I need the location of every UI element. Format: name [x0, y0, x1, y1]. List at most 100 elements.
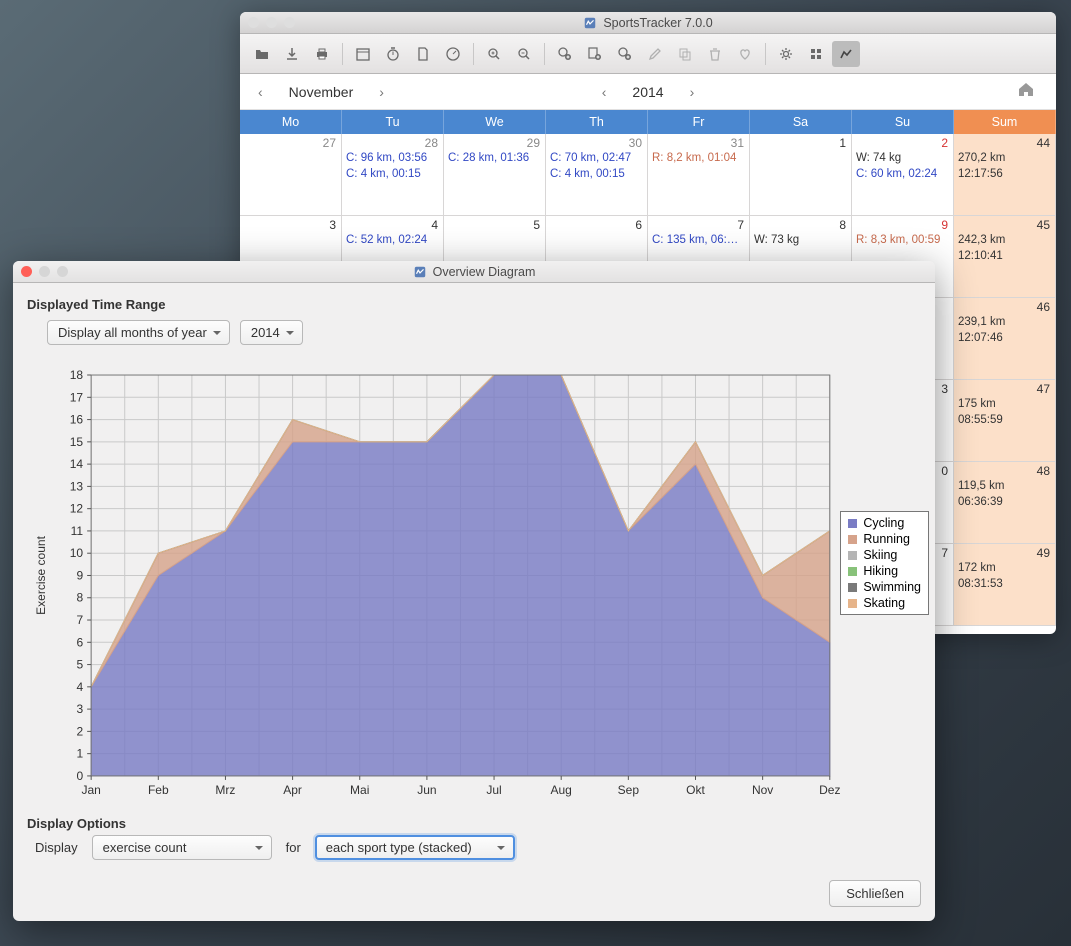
calendar-cell[interactable]: 29C: 28 km, 01:36	[444, 134, 546, 216]
save-icon[interactable]	[278, 41, 306, 67]
svg-text:12: 12	[70, 502, 84, 516]
statistics-icon[interactable]	[802, 41, 830, 67]
toolbar	[240, 34, 1056, 74]
svg-text:Jan: Jan	[81, 783, 100, 797]
prev-month-button[interactable]: ‹	[250, 84, 271, 100]
svg-text:Mai: Mai	[350, 783, 369, 797]
document-icon[interactable]	[409, 41, 437, 67]
legend-item: Swimming	[848, 579, 921, 595]
svg-text:16: 16	[70, 413, 84, 427]
gear-icon[interactable]	[772, 41, 800, 67]
calendar-cell[interactable]: 31R: 8,2 km, 01:04	[648, 134, 750, 216]
chart-area: 0123456789101112131415161718JanFebMrzApr…	[23, 357, 925, 814]
dialog-title: Overview Diagram	[433, 265, 536, 279]
svg-text:Apr: Apr	[283, 783, 302, 797]
print-icon[interactable]	[308, 41, 336, 67]
svg-text:2: 2	[76, 724, 83, 738]
close-icon[interactable]	[248, 17, 259, 28]
metric-combo[interactable]: exercise count	[92, 835, 272, 860]
day-header: We	[444, 110, 546, 134]
svg-text:0: 0	[76, 769, 83, 783]
overview-diagram-dialog: Overview Diagram Displayed Time Range Di…	[13, 261, 935, 921]
minimize-icon[interactable]	[266, 17, 277, 28]
svg-text:10: 10	[70, 546, 84, 560]
legend-item: Hiking	[848, 563, 921, 579]
grouping-combo[interactable]: each sport type (stacked)	[315, 835, 515, 860]
chart-icon[interactable]	[832, 41, 860, 67]
legend-item: Skiing	[848, 547, 921, 563]
svg-text:Mrz: Mrz	[215, 783, 235, 797]
display-word-label: Display	[35, 840, 78, 855]
svg-text:14: 14	[70, 457, 84, 471]
year-combo[interactable]: 2014	[240, 320, 303, 345]
chart-svg: 0123456789101112131415161718JanFebMrzApr…	[23, 357, 925, 814]
add-exercise-icon[interactable]	[551, 41, 579, 67]
main-titlebar: SportsTracker 7.0.0	[240, 12, 1056, 34]
stopwatch-icon[interactable]	[379, 41, 407, 67]
svg-text:7: 7	[76, 613, 83, 627]
calendar-cell[interactable]: 28C: 96 km, 03:56C: 4 km, 00:15	[342, 134, 444, 216]
close-button[interactable]: Schließen	[829, 880, 921, 907]
next-month-button[interactable]: ›	[371, 84, 392, 100]
svg-text:13: 13	[70, 479, 84, 493]
svg-text:Nov: Nov	[752, 783, 773, 797]
add-weight-icon[interactable]	[611, 41, 639, 67]
time-range-label: Displayed Time Range	[13, 283, 935, 320]
window-title: SportsTracker 7.0.0	[603, 16, 712, 30]
add-note-icon[interactable]	[581, 41, 609, 67]
svg-text:Okt: Okt	[686, 783, 705, 797]
summary-cell: 49172 km08:31:53	[954, 544, 1056, 626]
svg-text:Dez: Dez	[819, 783, 840, 797]
day-header: Fr	[648, 110, 750, 134]
calendar-cell[interactable]: 27	[240, 134, 342, 216]
maximize-icon	[57, 266, 68, 277]
time-range-combo[interactable]: Display all months of year	[47, 320, 230, 345]
heart-icon[interactable]	[731, 41, 759, 67]
svg-text:Jun: Jun	[417, 783, 436, 797]
month-year-nav: ‹ November › ‹ 2014 ›	[240, 74, 1056, 110]
for-word-label: for	[286, 840, 301, 855]
legend-item: Running	[848, 531, 921, 547]
month-label: November	[289, 84, 354, 100]
calendar-icon[interactable]	[349, 41, 377, 67]
legend-item: Skating	[848, 595, 921, 611]
edit-icon[interactable]	[641, 41, 669, 67]
display-options-label: Display Options	[13, 816, 935, 831]
svg-text:Feb: Feb	[148, 783, 169, 797]
svg-text:18: 18	[70, 368, 84, 382]
legend-item: Cycling	[848, 515, 921, 531]
weight-icon[interactable]	[439, 41, 467, 67]
calendar-cell[interactable]: 1	[750, 134, 852, 216]
summary-cell: 46239,1 km12:07:46	[954, 298, 1056, 380]
svg-text:11: 11	[71, 524, 84, 538]
zoom-in-icon[interactable]	[480, 41, 508, 67]
calendar-cell[interactable]: 30C: 70 km, 02:47C: 4 km, 00:15	[546, 134, 648, 216]
delete-icon[interactable]	[701, 41, 729, 67]
chart-legend: CyclingRunningSkiingHikingSwimmingSkatin…	[840, 511, 929, 615]
copy-icon[interactable]	[671, 41, 699, 67]
svg-text:Aug: Aug	[550, 783, 571, 797]
day-header: Th	[546, 110, 648, 134]
prev-year-button[interactable]: ‹	[594, 84, 615, 100]
next-year-button[interactable]: ›	[682, 84, 703, 100]
dialog-titlebar: Overview Diagram	[13, 261, 935, 283]
calendar-cell[interactable]: 2W: 74 kgC: 60 km, 02:24	[852, 134, 954, 216]
day-header: Sum	[954, 110, 1056, 134]
summary-cell: 47175 km08:55:59	[954, 380, 1056, 462]
summary-cell: 44270,2 km12:17:56	[954, 134, 1056, 216]
home-icon[interactable]	[1016, 79, 1036, 104]
zoom-out-icon[interactable]	[510, 41, 538, 67]
app-icon	[583, 16, 597, 30]
app-icon	[413, 265, 427, 279]
maximize-icon[interactable]	[284, 17, 295, 28]
summary-cell: 45242,3 km12:10:41	[954, 216, 1056, 298]
svg-text:9: 9	[76, 568, 83, 582]
day-header: Mo	[240, 110, 342, 134]
svg-text:17: 17	[70, 390, 84, 404]
minimize-icon	[39, 266, 50, 277]
svg-text:Jul: Jul	[486, 783, 501, 797]
svg-text:15: 15	[70, 435, 84, 449]
open-icon[interactable]	[248, 41, 276, 67]
day-header: Sa	[750, 110, 852, 134]
close-icon[interactable]	[21, 266, 32, 277]
